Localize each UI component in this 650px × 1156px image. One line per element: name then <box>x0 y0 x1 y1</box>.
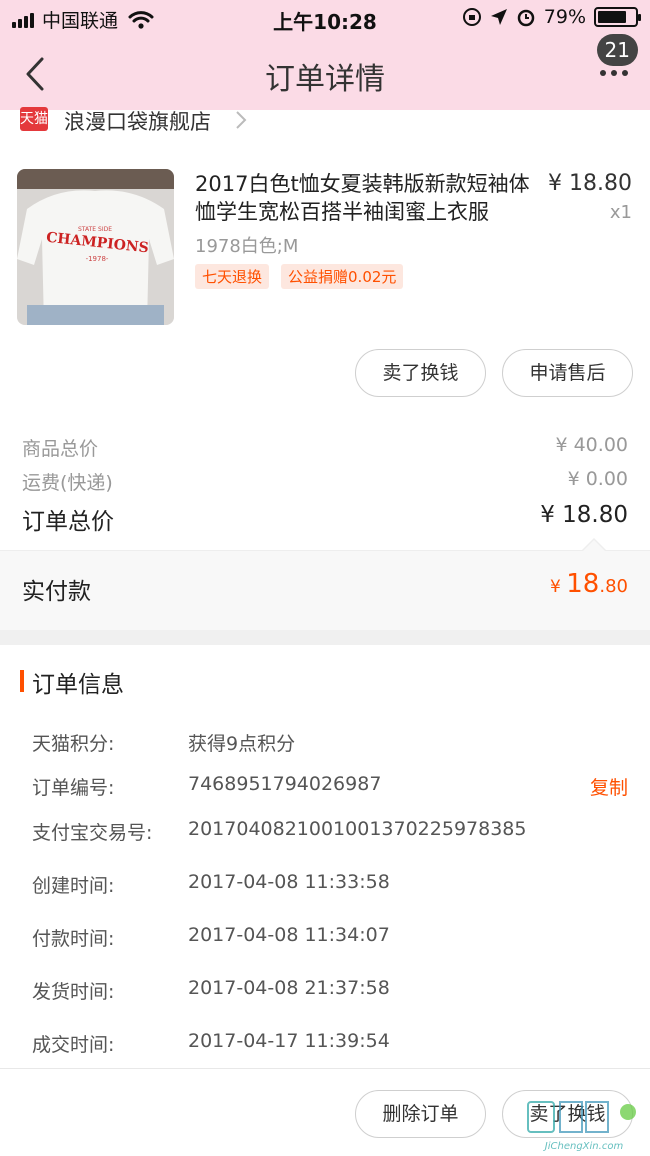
tag-charity: 公益捐赠0.02元 <box>281 264 404 289</box>
svg-text:-1978-: -1978- <box>86 255 109 263</box>
paid-integer: 18 <box>566 569 600 599</box>
orientation-lock-icon <box>462 8 481 26</box>
product-title[interactable]: 2017白色t恤女夏装韩版新款短袖体恤学生宽松百搭半袖闺蜜上衣服 <box>195 170 545 226</box>
goods-total-label: 商品总价 <box>22 438 99 460</box>
goods-total-value: ¥ 40.00 <box>555 434 628 456</box>
battery-icon <box>594 7 641 27</box>
paid-decimal: .80 <box>599 576 628 597</box>
info-key: 创建时间: <box>32 875 115 897</box>
sell-button[interactable]: 卖了换钱 <box>355 349 486 397</box>
info-value: 2017-04-08 11:34:07 <box>188 924 390 946</box>
service-tags: 七天退换 公益捐赠0.02元 <box>195 264 404 289</box>
info-key: 订单编号: <box>32 777 115 799</box>
info-value: 2017-04-08 21:37:58 <box>188 977 390 999</box>
more-icon[interactable] <box>600 70 628 76</box>
after-sale-button[interactable]: 申请售后 <box>502 349 633 397</box>
section-accent-bar <box>20 670 24 692</box>
order-total-label: 订单总价 <box>22 509 114 535</box>
paid-box: 实付款 ¥ 18.80 <box>0 550 650 630</box>
info-value: 2017040821001001370225978385 <box>188 818 527 840</box>
shop-name[interactable]: 浪漫口袋旗舰店 <box>64 106 211 136</box>
status-right: 79% <box>462 6 641 28</box>
info-value: 获得9点积分 <box>188 733 296 755</box>
shop-row[interactable]: 天猫 浪漫口袋旗舰店 <box>0 106 650 136</box>
tag-return: 七天退换 <box>195 264 270 289</box>
alarm-icon <box>517 9 535 27</box>
svg-text:STATE SIDE: STATE SIDE <box>78 226 112 233</box>
order-total-value: ¥ 18.80 <box>540 502 628 528</box>
paid-currency: ¥ <box>550 577 567 597</box>
copy-button[interactable]: 复制 <box>590 773 628 800</box>
shipping-value: ¥ 0.00 <box>567 468 628 490</box>
info-value: 7468951794026987 <box>188 773 382 795</box>
product-quantity: x1 <box>609 202 632 223</box>
product-image[interactable]: STATE SIDE CHAMPIONS -1978- <box>17 169 174 325</box>
site-watermark: JiChengXin.com <box>524 1098 644 1152</box>
section-divider <box>0 630 650 645</box>
page-title: 订单详情 <box>265 62 385 97</box>
paid-amount: ¥ 18.80 <box>550 569 628 599</box>
chevron-right-icon <box>236 111 247 129</box>
product-price: ¥ 18.80 <box>548 171 632 196</box>
info-key: 成交时间: <box>32 1034 115 1056</box>
info-key: 天猫积分: <box>32 733 115 755</box>
product-sku: 1978白色;M <box>195 236 299 257</box>
shipping-label: 运费(快递) <box>22 472 113 494</box>
info-key: 支付宝交易号: <box>32 822 153 844</box>
nav-bar: 订单详情 21 <box>0 34 650 110</box>
battery-percent: 79% <box>543 6 586 28</box>
message-count-badge[interactable]: 21 <box>596 34 638 66</box>
location-icon <box>490 9 507 25</box>
tshirt-image: STATE SIDE CHAMPIONS -1978- <box>17 169 174 325</box>
info-value: 2017-04-17 11:39:54 <box>188 1030 390 1052</box>
delete-order-button[interactable]: 删除订单 <box>355 1090 486 1138</box>
info-key: 付款时间: <box>32 928 115 950</box>
info-value: 2017-04-08 11:33:58 <box>188 871 390 893</box>
pointer-triangle-inner <box>583 540 605 551</box>
status-bar: 中国联通 上午10:28 79% <box>0 0 650 38</box>
watermark-logo-icon <box>527 1101 636 1133</box>
bottom-action-bar: 删除订单 卖了换钱 JiChengXin.com <box>0 1068 650 1156</box>
order-info-title: 订单信息 <box>32 672 124 698</box>
paid-label: 实付款 <box>22 579 91 605</box>
watermark-text: JiChengXin.com <box>544 1141 624 1152</box>
tmall-logo: 天猫 <box>20 107 48 131</box>
battery-level <box>598 11 627 23</box>
info-key: 发货时间: <box>32 981 115 1003</box>
